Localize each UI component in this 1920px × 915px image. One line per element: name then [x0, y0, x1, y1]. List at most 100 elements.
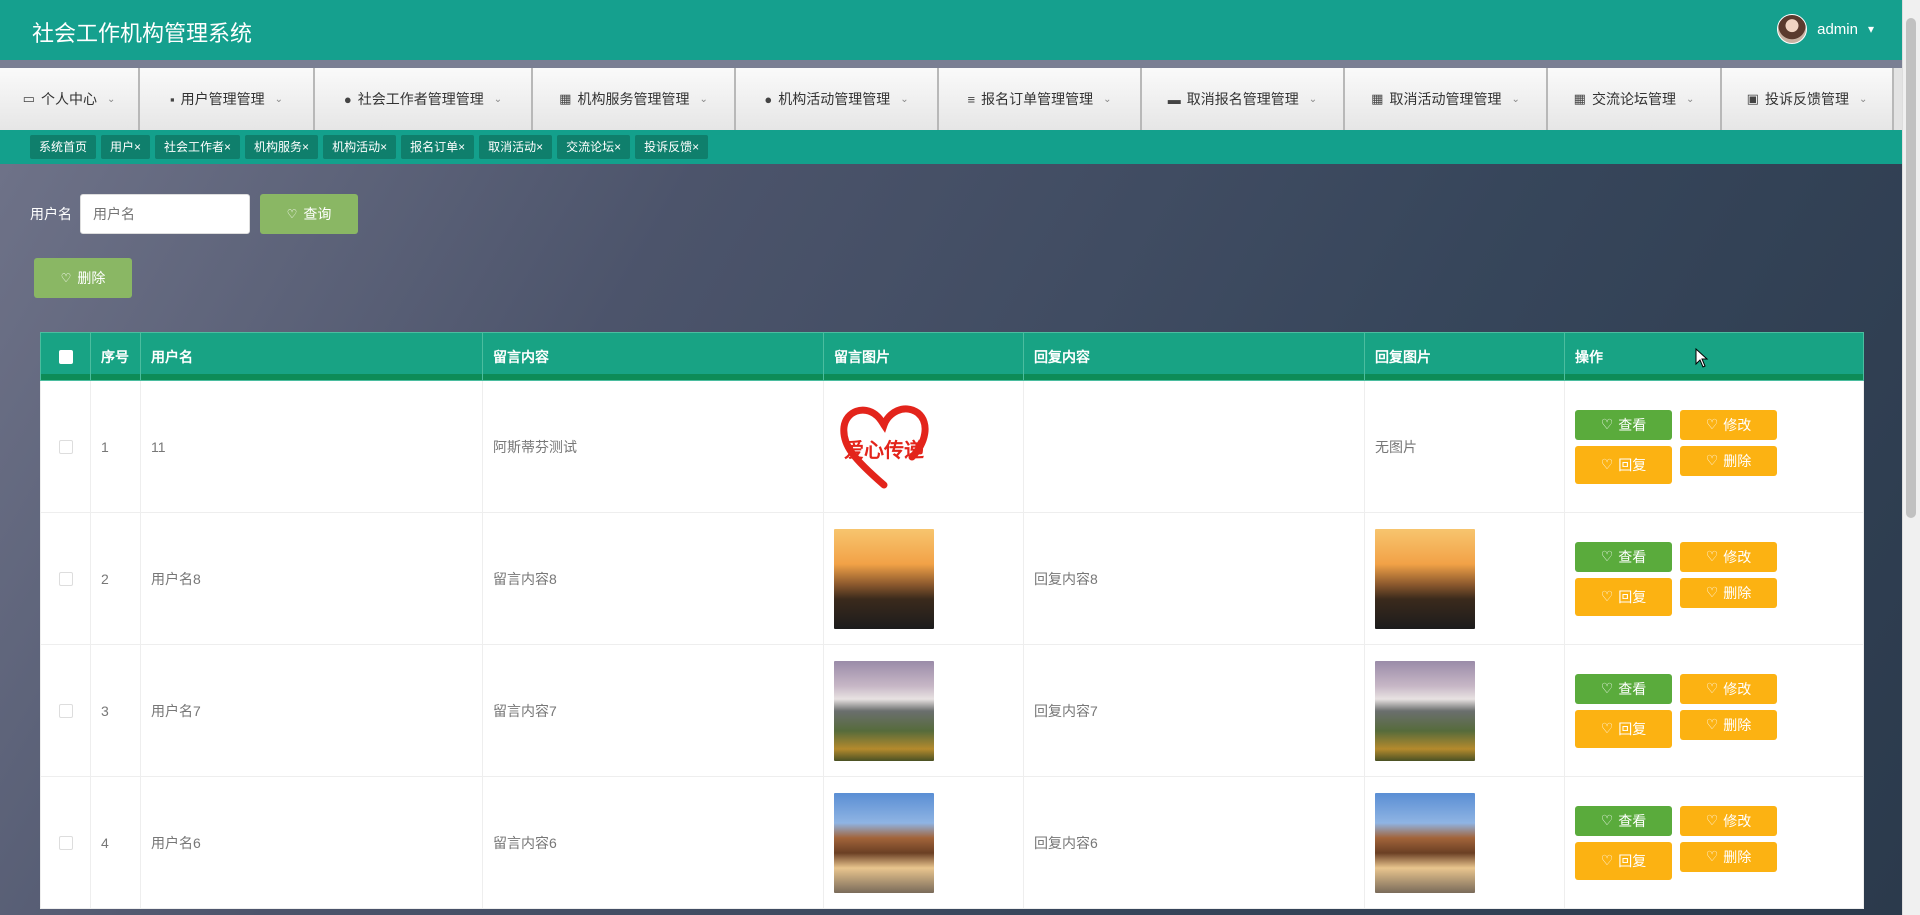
edit-button[interactable]: ♡ 修改	[1680, 409, 1777, 440]
chevron-down-icon: ⌄	[1308, 93, 1318, 105]
query-label: 查询	[303, 206, 332, 222]
batch-delete-button[interactable]: ♡ 删除	[34, 258, 132, 298]
avatar[interactable]	[1777, 14, 1808, 44]
cell-username: 11	[140, 380, 483, 513]
chevron-down-icon: ⌄	[274, 93, 283, 105]
delete-button[interactable]: ♡ 删除	[1680, 709, 1777, 740]
reply-label: 回复	[1618, 720, 1647, 737]
reply-button[interactable]: ♡ 回复	[1575, 577, 1672, 616]
city-image[interactable]	[1375, 792, 1475, 893]
menu-label: 交流论坛管理	[1591, 91, 1676, 107]
edit-label: 修改	[1723, 812, 1752, 829]
menu-social-worker-management[interactable]: ● 社会工作者管理管理 ⌄	[315, 68, 533, 130]
top-header: 社会工作机构管理系统 admin ▾	[0, 0, 1902, 60]
reply-button[interactable]: ♡ 回复	[1575, 841, 1672, 880]
clipboard-icon: ▣	[1746, 91, 1759, 106]
menu-label: 取消活动管理管理	[1389, 91, 1502, 107]
edit-button[interactable]: ♡ 修改	[1680, 541, 1777, 572]
reply-button[interactable]: ♡ 回复	[1575, 445, 1672, 484]
view-button[interactable]: ♡ 查看	[1575, 673, 1672, 704]
caret-down-icon[interactable]: ▾	[1868, 22, 1874, 36]
sunset-image[interactable]	[1375, 528, 1475, 629]
table-row: 3 用户名7 留言内容7 回复内容7 ♡ 查看 ♡ 修改 ♡ 回复 ♡ 删除	[40, 644, 1864, 777]
search-label: 用户名	[30, 206, 72, 222]
view-button[interactable]: ♡ 查看	[1575, 409, 1672, 440]
row-checkbox[interactable]	[58, 571, 73, 586]
chevron-down-icon: ⌄	[1103, 93, 1112, 105]
view-label: 查看	[1618, 416, 1647, 433]
cell-reply: 回复内容6	[1023, 776, 1365, 909]
tag-registration-order[interactable]: 报名订单×	[401, 135, 475, 159]
reply-button[interactable]: ♡ 回复	[1575, 709, 1672, 748]
table-row: 1 11 阿斯蒂芬测试 爱心传递 无图片 ♡ 查看 ♡ 修改 ♡ 回复 ♡ 删除	[40, 380, 1864, 513]
chevron-down-icon: ⌄	[1685, 93, 1695, 105]
search-form: 用户名 ♡ 查询	[30, 194, 358, 234]
menu-forum-management[interactable]: ▦ 交流论坛管理 ⌄	[1548, 68, 1722, 130]
table-row: 4 用户名6 留言内容6 回复内容6 ♡ 查看 ♡ 修改 ♡ 回复 ♡ 删除	[40, 776, 1864, 909]
tag-home[interactable]: 系统首页	[30, 135, 97, 159]
row-checkbox[interactable]	[58, 439, 73, 454]
row-checkbox[interactable]	[58, 835, 73, 850]
monitor-icon: ▬	[1167, 91, 1181, 107]
table-header-row: 序号 用户名 留言内容 留言图片 回复内容 回复图片 操作	[40, 332, 1864, 381]
mountain-image[interactable]	[834, 660, 934, 761]
select-all-header[interactable]	[40, 332, 91, 381]
logo-text: 爱心传递	[844, 438, 924, 462]
edit-button[interactable]: ♡ 修改	[1680, 673, 1777, 704]
user-menu[interactable]: admin ▾	[1777, 14, 1874, 44]
chat-icon: ▪	[170, 91, 175, 107]
tag-complaint-feedback[interactable]: 投诉反馈×	[635, 135, 709, 159]
heart-icon: ♡	[1705, 584, 1719, 600]
menu-cancel-activity-management[interactable]: ▦ 取消活动管理管理 ⌄	[1345, 68, 1548, 130]
tag-bar: 系统首页 用户× 社会工作者× 机构服务× 机构活动× 报名订单× 取消活动× …	[0, 130, 1902, 164]
tag-agency-service[interactable]: 机构服务×	[245, 135, 319, 159]
view-button[interactable]: ♡ 查看	[1575, 805, 1672, 836]
love-logo-image[interactable]: 爱心传递	[834, 396, 934, 497]
delete-button[interactable]: ♡ 删除	[1680, 841, 1777, 872]
view-button[interactable]: ♡ 查看	[1575, 541, 1672, 572]
sunset-image[interactable]	[834, 528, 934, 629]
menu-label: 机构服务管理管理	[577, 91, 690, 107]
delete-label: 删除	[1723, 716, 1752, 733]
tag-cancel-activity[interactable]: 取消活动×	[479, 135, 553, 159]
heart-icon: ♡	[1705, 416, 1719, 432]
heart-icon: ♡	[1600, 812, 1614, 828]
menu-cancel-registration-management[interactable]: ▬ 取消报名管理管理 ⌄	[1142, 68, 1345, 130]
heart-icon: ♡	[1705, 716, 1719, 732]
row-checkbox[interactable]	[58, 703, 73, 718]
menu-registration-order-management[interactable]: ≡ 报名订单管理管理 ⌄	[939, 68, 1142, 130]
tag-social-worker[interactable]: 社会工作者×	[155, 135, 241, 159]
menu-personal-center[interactable]: ▭ 个人中心 ⌄	[0, 68, 140, 130]
menu-agency-service-management[interactable]: ▦ 机构服务管理管理 ⌄	[533, 68, 736, 130]
delete-label: 删除	[1723, 584, 1752, 601]
query-button[interactable]: ♡ 查询	[260, 194, 358, 234]
tag-user[interactable]: 用户×	[101, 135, 151, 159]
menu-agency-activity-management[interactable]: ● 机构活动管理管理 ⌄	[736, 68, 939, 130]
delete-label: 删除	[77, 270, 106, 286]
menu-complaint-feedback-management[interactable]: ▣ 投诉反馈管理 ⌄	[1722, 68, 1894, 130]
delete-button[interactable]: ♡ 删除	[1680, 445, 1777, 476]
menu-label: 机构活动管理管理	[778, 91, 891, 107]
heart-icon: ♡	[1600, 720, 1614, 736]
scrollbar-thumb[interactable]	[1906, 18, 1916, 518]
vertical-scrollbar[interactable]	[1902, 0, 1920, 915]
heart-icon: ♡	[1705, 848, 1719, 864]
heart-icon: ♡	[286, 207, 298, 221]
edit-button[interactable]: ♡ 修改	[1680, 805, 1777, 836]
delete-button[interactable]: ♡ 删除	[1680, 577, 1777, 608]
menu-label: 社会工作者管理管理	[357, 91, 484, 107]
user-name[interactable]: admin	[1817, 21, 1858, 38]
select-all-checkbox[interactable]	[58, 349, 73, 364]
city-image[interactable]	[834, 792, 934, 893]
cell-index: 2	[90, 512, 141, 645]
chevron-down-icon: ⌄	[106, 93, 116, 105]
menu-label: 用户管理管理	[180, 91, 265, 107]
app-title: 社会工作机构管理系统	[32, 21, 253, 46]
menu-user-management[interactable]: ▪ 用户管理管理 ⌄	[140, 68, 315, 130]
heart-icon: ♡	[1600, 456, 1614, 472]
username-search-input[interactable]	[80, 194, 250, 234]
edit-label: 修改	[1723, 680, 1752, 697]
mountain-image[interactable]	[1375, 660, 1475, 761]
tag-forum[interactable]: 交流论坛×	[557, 135, 631, 159]
tag-agency-activity[interactable]: 机构活动×	[323, 135, 397, 159]
